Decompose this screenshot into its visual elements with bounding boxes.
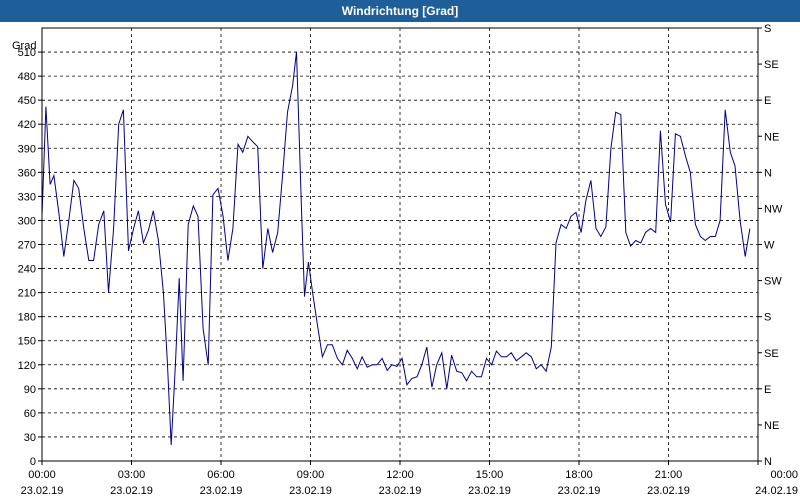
window-title: Windrichtung [Grad] <box>0 0 800 22</box>
y-tick-label: 480 <box>18 71 36 83</box>
y-tick-label: 240 <box>18 264 36 276</box>
y-tick-label: 300 <box>18 215 36 227</box>
y-tick-label: 450 <box>18 95 36 107</box>
x-tick-date: 23.02.19 <box>110 485 153 497</box>
x-tick-date: 23.02.19 <box>647 485 690 497</box>
right-axis-label: W <box>764 240 775 252</box>
x-tick-time: 00:00 <box>770 469 798 481</box>
y-tick-label: 150 <box>18 336 36 348</box>
y-tick-label: 420 <box>18 119 36 131</box>
y-axis-left: 0 30 60 90 120 150 180 210 240 270 300 330 360 390 420… <box>18 47 42 468</box>
right-axis-label: NE <box>764 131 779 143</box>
x-tick-time: 15:00 <box>476 469 504 481</box>
right-axis-label: E <box>764 95 771 107</box>
x-tick-date: 23.02.19 <box>200 485 243 497</box>
right-axis-label: S <box>764 312 771 324</box>
y-axis-label: Grad <box>12 40 36 52</box>
x-tick-date: 23.02.19 <box>468 485 511 497</box>
x-tick-date: 23.02.19 <box>21 485 64 497</box>
right-axis-label: NE <box>764 420 779 432</box>
right-axis-label: N <box>764 167 772 179</box>
right-axis-label: SW <box>764 276 782 288</box>
x-tick-date: 23.02.19 <box>558 485 601 497</box>
x-tick-time: 00:00 <box>28 469 56 481</box>
wind-direction-chart: 0 30 60 90 120 150 180 210 240 270 300 330 360 390 420… <box>12 23 798 497</box>
x-tick-time: 09:00 <box>297 469 325 481</box>
x-tick-date: 23.02.19 <box>289 485 332 497</box>
x-axis: 00:00 23.02.19 03:00 23.02.19 06:00 23.02.19 0… <box>21 461 798 497</box>
x-tick-time: 06:00 <box>207 469 235 481</box>
y-tick-label: 90 <box>24 384 36 396</box>
y-tick-label: 30 <box>24 432 36 444</box>
y-tick-label: 390 <box>18 143 36 155</box>
y-tick-label: 180 <box>18 312 36 324</box>
right-axis-label: SE <box>764 59 779 71</box>
y-tick-label: 330 <box>18 191 36 203</box>
y-tick-label: 0 <box>30 456 36 468</box>
x-tick-time: 21:00 <box>655 469 683 481</box>
right-axis-label: S <box>764 23 771 35</box>
x-tick-time: 12:00 <box>386 469 414 481</box>
x-tick-date: 24.02.19 <box>755 485 798 497</box>
x-tick-time: 18:00 <box>565 469 593 481</box>
y-tick-label: 360 <box>18 167 36 179</box>
series-line <box>41 52 751 446</box>
y-tick-label: 60 <box>24 408 36 420</box>
y-tick-label: 120 <box>18 360 36 372</box>
right-axis-label: E <box>764 384 771 396</box>
y-axis-right: N NE E SE S SW W NW N NE E SE S <box>758 23 783 468</box>
y-tick-label: 210 <box>18 288 36 300</box>
right-axis-label: N <box>764 456 772 468</box>
right-axis-label: SE <box>764 348 779 360</box>
x-tick-date: 23.02.19 <box>379 485 422 497</box>
y-tick-label: 270 <box>18 240 36 252</box>
x-tick-time: 03:00 <box>118 469 146 481</box>
grid-lines <box>42 28 758 461</box>
right-axis-label: NW <box>764 203 783 215</box>
